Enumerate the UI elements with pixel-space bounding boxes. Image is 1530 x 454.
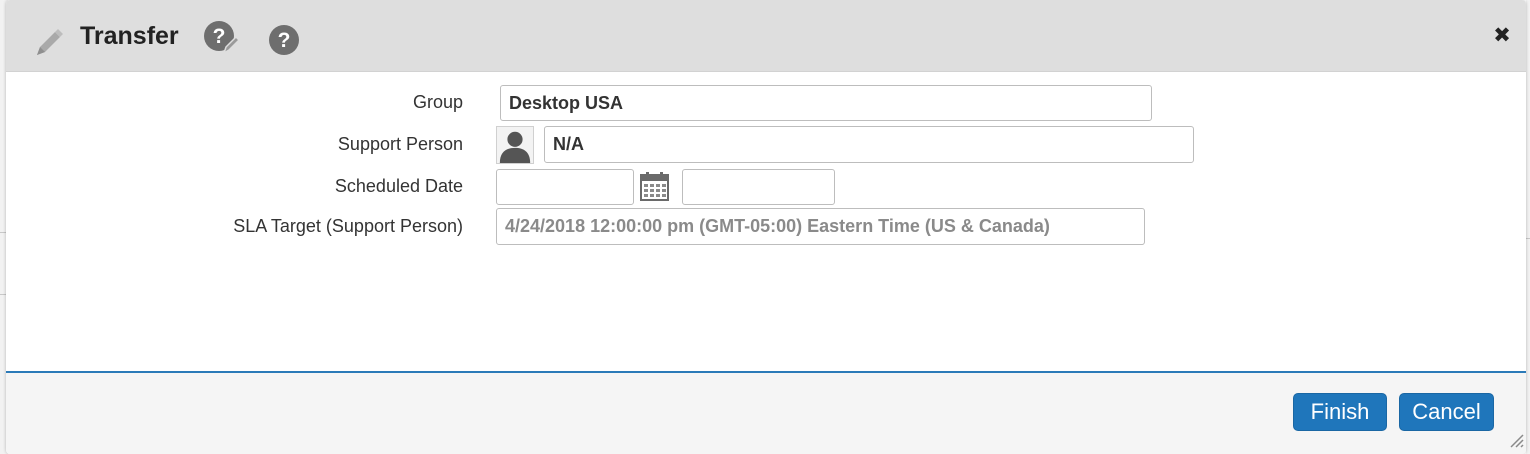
support-person-field[interactable] [544,126,1194,163]
sla-target-field [496,208,1145,245]
dialog-title: Transfer [80,22,179,50]
resize-handle-icon[interactable] [1508,432,1524,448]
support-person-label: Support Person [337,134,463,154]
scheduled-time-field[interactable] [682,169,835,205]
help-edit-icon[interactable]: ? [202,20,242,56]
transfer-dialog: Transfer ? ? ✖ Group Support Person Sche… [6,0,1526,454]
svg-text:?: ? [278,29,291,52]
background-page-right-edge [1526,0,1530,454]
dialog-footer: Finish Cancel [6,371,1526,454]
group-field[interactable] [500,85,1152,121]
dialog-titlebar[interactable]: Transfer ? ? ✖ [6,0,1526,72]
background-divider [1526,238,1530,239]
pencil-icon [37,29,63,55]
calendar-icon[interactable] [640,171,670,201]
svg-text:?: ? [213,25,226,48]
scheduled-date-field[interactable] [496,169,634,205]
close-icon[interactable]: ✖ [1492,25,1512,47]
sla-target-label: SLA Target (Support Person) [233,216,463,236]
scheduled-date-label: Scheduled Date [334,176,463,196]
group-label: Group [412,92,463,112]
finish-button[interactable]: Finish [1293,393,1387,431]
help-icon[interactable]: ? [268,24,300,56]
cancel-button[interactable]: Cancel [1399,393,1494,431]
person-avatar-icon[interactable] [496,126,534,164]
